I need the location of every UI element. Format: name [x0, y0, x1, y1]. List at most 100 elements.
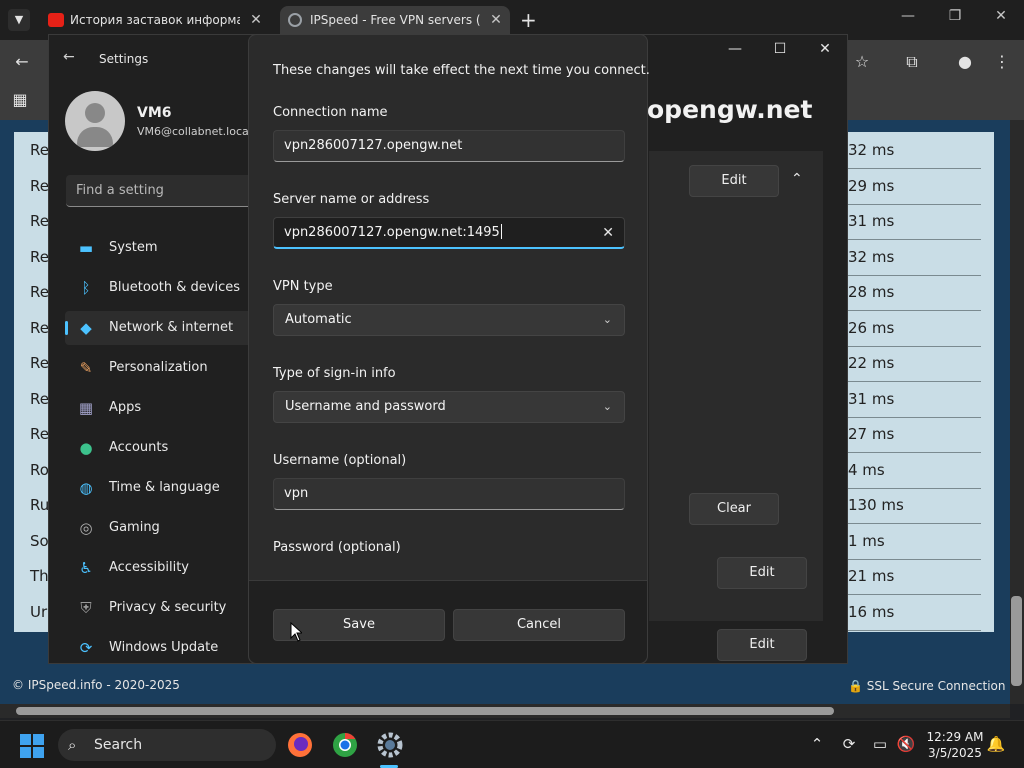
settings-gear-icon[interactable] — [374, 729, 406, 761]
lock-icon: 🔒 — [848, 679, 863, 693]
settings-title: Settings — [99, 52, 149, 66]
signin-type-select[interactable]: Username and password ⌄ — [273, 391, 625, 423]
firefox-icon[interactable] — [284, 729, 316, 761]
wifi-icon: ◆ — [80, 319, 92, 337]
volume-muted-icon[interactable]: 🔇 — [895, 735, 917, 753]
dialog-intro: These changes will take effect the next … — [273, 63, 650, 78]
person-icon: ● — [79, 439, 93, 457]
cancel-button[interactable]: Cancel — [453, 609, 625, 641]
table-row-divider — [845, 274, 981, 276]
table-row-divider — [845, 487, 981, 489]
find-setting-input[interactable]: Find a setting — [66, 175, 266, 207]
dialog-footer: Save Cancel — [249, 580, 647, 663]
browser-tab-1[interactable]: История заставок информаци ✕ — [40, 6, 270, 34]
nav-item-network-internet[interactable]: ◆ Network & internet — [65, 311, 265, 345]
profile-icon[interactable]: ● — [951, 52, 979, 71]
taskbar-clock[interactable]: 12:29 AM 3/5/2025 — [922, 729, 988, 761]
minimize-icon[interactable]: — — [723, 41, 747, 57]
server-address-value: vpn286007127.opengw.net:1495 — [284, 225, 500, 240]
table-row-label: Re — [30, 354, 49, 372]
table-row-label: Re — [30, 389, 49, 408]
table-row-divider — [845, 558, 981, 560]
table-row-label: Re — [30, 141, 49, 159]
nav-item-windows-update[interactable]: ⟳ Windows Update — [65, 631, 265, 665]
nav-item-apps[interactable]: ▦ Apps — [65, 391, 265, 425]
extensions-icon[interactable]: ⧉ — [898, 52, 926, 72]
windows-start-icon[interactable] — [20, 734, 44, 758]
sync-icon[interactable]: ⟳ — [838, 735, 860, 753]
nav-item-personalization[interactable]: ✎ Personalization — [65, 351, 265, 385]
nav-item-label: Accounts — [109, 440, 169, 455]
horizontal-scroll-thumb[interactable] — [16, 707, 834, 715]
nav-item-label: Personalization — [109, 360, 208, 375]
table-row-divider — [845, 629, 981, 631]
bookmark-star-icon[interactable]: ☆ — [848, 52, 876, 71]
username-label: Username (optional) — [273, 453, 407, 468]
nav-item-label: Windows Update — [109, 640, 219, 655]
edit-button-3[interactable]: Edit — [717, 629, 807, 661]
chevron-down-icon: ⌄ — [602, 400, 612, 413]
clock-date: 3/5/2025 — [928, 746, 982, 760]
apps-grid-icon[interactable]: ▦ — [6, 90, 34, 109]
clear-text-icon[interactable]: ✕ — [602, 218, 614, 248]
update-icon: ⟳ — [79, 639, 93, 657]
nav-item-accessibility[interactable]: ♿ Accessibility — [65, 551, 265, 585]
notification-bell-icon[interactable]: 🔔 — [985, 735, 1007, 753]
nav-item-system[interactable]: ▬ System — [65, 231, 265, 265]
table-row-ping: 32 ms — [848, 247, 895, 266]
user-name: VM6 — [137, 105, 172, 121]
table-row-label: So — [30, 531, 49, 550]
table-row-ping: 22 ms — [848, 354, 895, 372]
browser-tab-2[interactable]: IPSpeed - Free VPN servers (SS ✕ — [280, 6, 510, 34]
mouse-cursor-icon — [290, 622, 302, 642]
edit-button[interactable]: Edit — [689, 165, 779, 197]
chevron-up-icon[interactable]: ⌃ — [791, 171, 803, 187]
table-row-label: Ru — [30, 496, 50, 514]
server-label: Server name or address — [273, 192, 430, 207]
back-arrow-icon[interactable]: ← — [63, 49, 75, 65]
nav-item-bluetooth-devices[interactable]: ᛒ Bluetooth & devices — [65, 271, 265, 305]
text-caret — [500, 224, 502, 239]
nav-item-label: Time & language — [109, 480, 220, 495]
search-icon: ⌕ — [68, 736, 77, 754]
display-icon[interactable]: ▭ — [869, 735, 891, 753]
nav-item-label: System — [109, 240, 158, 255]
close-tab-icon[interactable]: ✕ — [488, 6, 504, 34]
table-row-divider — [845, 452, 981, 453]
globe-icon — [288, 13, 302, 27]
vertical-scroll-thumb[interactable] — [1011, 596, 1022, 686]
close-window-icon[interactable]: ✕ — [986, 8, 1016, 24]
nav-item-time-language[interactable]: ◍ Time & language — [65, 471, 265, 505]
back-arrow-icon[interactable]: ← — [8, 52, 36, 71]
chrome-icon[interactable] — [329, 729, 361, 761]
close-window-icon[interactable]: ✕ — [813, 41, 837, 57]
connection-name-input[interactable]: vpn286007127.opengw.net — [273, 130, 625, 162]
menu-kebab-icon[interactable]: ⋮ — [988, 52, 1016, 71]
taskbar: ⌕ Search ⌃ ⟳ ▭ 🔇 12:29 AM 3/5/2025 🔔 — [0, 720, 1024, 768]
table-row-ping: 29 ms — [848, 176, 895, 195]
vpn-type-select[interactable]: Automatic ⌄ — [273, 304, 625, 336]
avatar[interactable] — [65, 91, 125, 151]
maximize-icon[interactable]: ☐ — [768, 41, 792, 57]
taskbar-search[interactable]: ⌕ Search — [58, 729, 276, 761]
close-tab-icon[interactable]: ✕ — [248, 6, 264, 34]
table-row-ping: 31 ms — [848, 212, 895, 230]
username-input[interactable]: vpn — [273, 478, 625, 510]
server-address-input[interactable]: vpn286007127.opengw.net:1495 ✕ — [273, 217, 625, 249]
nav-item-gaming[interactable]: ◎ Gaming — [65, 511, 265, 545]
monitor-icon: ▬ — [78, 239, 94, 257]
page-title: opengw.net — [647, 95, 813, 124]
clear-button[interactable]: Clear — [689, 493, 779, 525]
table-row-divider — [845, 345, 981, 347]
restore-icon[interactable]: ❐ — [940, 8, 970, 24]
table-row-divider — [845, 416, 981, 418]
edit-button-2[interactable]: Edit — [717, 557, 807, 589]
minimize-icon[interactable]: — — [893, 8, 923, 24]
tab-search-button[interactable]: ▼ — [8, 9, 30, 31]
chevron-up-icon[interactable]: ⌃ — [806, 735, 828, 753]
table-row-ping: 16 ms — [848, 602, 895, 621]
nav-item-privacy-security[interactable]: ⛨ Privacy & security — [65, 591, 265, 625]
nav-item-accounts[interactable]: ● Accounts — [65, 431, 265, 465]
footer-copyright: © IPSpeed.info - 2020-2025 — [12, 678, 180, 692]
new-tab-button[interactable]: + — [520, 8, 537, 32]
